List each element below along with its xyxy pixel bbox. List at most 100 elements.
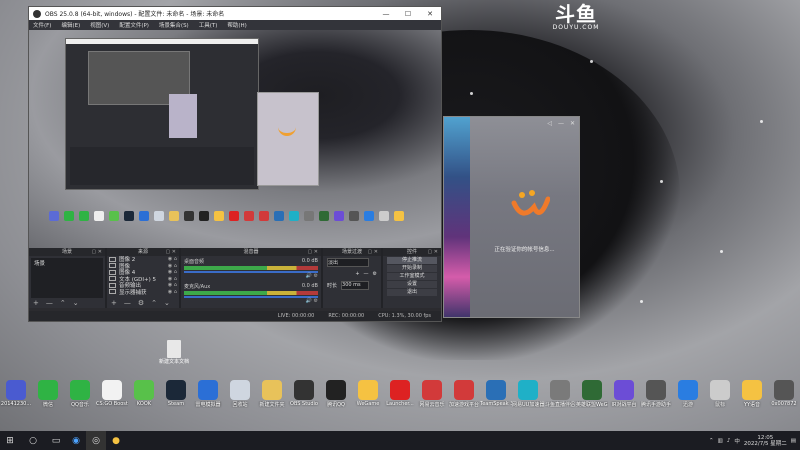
- desktop-icon[interactable]: 0x007872: [768, 380, 800, 414]
- desktop-icon-label: WeGame: [356, 401, 380, 407]
- task-view-icon[interactable]: ▭: [46, 431, 66, 450]
- desktop-icon[interactable]: 回收站: [224, 380, 256, 414]
- visibility-lock-icon[interactable]: ◉ ⌂: [157, 289, 177, 295]
- visibility-lock-icon[interactable]: ◉ ⌂: [157, 282, 177, 288]
- start-icon[interactable]: ⊞: [0, 431, 20, 450]
- gear-icon[interactable]: ⚙: [138, 299, 144, 307]
- move-up-icon[interactable]: ⌃: [60, 299, 66, 307]
- visibility-lock-icon[interactable]: ◉ ⌂: [157, 276, 177, 282]
- game-art: [444, 117, 470, 317]
- network-icon[interactable]: ▥: [718, 438, 723, 444]
- add-source-icon[interactable]: +: [111, 299, 117, 307]
- desktop-icon[interactable]: TeamSpeak 3: [480, 380, 512, 414]
- close-icon[interactable]: ✕: [570, 120, 575, 127]
- minimize-icon[interactable]: —: [375, 10, 397, 18]
- notification-icon[interactable]: ▤: [791, 438, 796, 444]
- tray-arrow-icon[interactable]: ⌃: [709, 438, 714, 444]
- desktop-icon[interactable]: 网易云音乐: [416, 380, 448, 414]
- obs-titlebar[interactable]: OBS 25.0.8 (64-bit, windows) - 配置文件: 未命名…: [29, 7, 441, 20]
- add-scene-icon[interactable]: +: [33, 299, 39, 307]
- dock-float-icon[interactable]: ▢ ✕: [91, 248, 102, 256]
- ime-indicator[interactable]: 中: [734, 437, 740, 445]
- minimize-icon[interactable]: —: [558, 120, 564, 127]
- gear-icon[interactable]: ⚙: [373, 271, 377, 277]
- dock-float-icon[interactable]: ▢ ✕: [427, 248, 438, 256]
- duration-field[interactable]: 300 ms: [341, 281, 370, 290]
- browser-icon[interactable]: ◉: [66, 431, 86, 450]
- add-transition-icon[interactable]: +: [355, 271, 359, 277]
- desktop-icon[interactable]: 加速游戏平台: [448, 380, 480, 414]
- app-icon: [678, 380, 698, 400]
- desktop-icon[interactable]: 斗鱼直播伴侣: [544, 380, 576, 414]
- remove-scene-icon[interactable]: —: [46, 299, 53, 307]
- dock-float-icon[interactable]: ▢ ✕: [367, 248, 378, 256]
- desktop-icons: 20141230... 微信 QQ音乐 CS:GO Booster KOOK Steam 雷…: [0, 380, 800, 414]
- desktop-icon[interactable]: OBS Studio: [288, 380, 320, 414]
- app-icon: [550, 380, 570, 400]
- menu-file[interactable]: 文件(F): [33, 21, 51, 29]
- obs-preview-canvas[interactable]: [29, 30, 441, 248]
- speaker-gear-icon[interactable]: 🔊 ⚙: [184, 273, 318, 279]
- dock-float-icon[interactable]: ▢ ✕: [307, 248, 318, 256]
- desktop-icon[interactable]: 英雄联盟WeGame版: [576, 380, 608, 414]
- volume-icon[interactable]: ◁: [547, 120, 552, 127]
- maximize-icon[interactable]: ☐: [397, 10, 419, 18]
- menu-profile[interactable]: 配置文件(P): [119, 21, 149, 29]
- app-icon: [70, 380, 90, 400]
- stop-streaming-button[interactable]: 停止推流: [387, 257, 437, 264]
- app-icon: [38, 380, 58, 400]
- volume-icon[interactable]: ♪: [727, 438, 731, 444]
- visibility-lock-icon[interactable]: ◉ ⌂: [157, 269, 177, 275]
- desktop-icon[interactable]: 腾讯QQ: [320, 380, 352, 414]
- desktop-icon[interactable]: IR对战平台: [608, 380, 640, 414]
- speaker-gear-icon[interactable]: 🔊 ⚙: [184, 298, 318, 304]
- desktop-icon[interactable]: QQ音乐: [64, 380, 96, 414]
- desktop-icon[interactable]: Steam: [160, 380, 192, 414]
- desktop-icon[interactable]: 迅游: [672, 380, 704, 414]
- visibility-lock-icon[interactable]: ◉ ⌂: [157, 263, 177, 269]
- obs-icon[interactable]: ◎: [86, 431, 106, 450]
- desktop-icon[interactable]: WeGame: [352, 380, 384, 414]
- source-item[interactable]: 显示器捕获 ◉ ⌂: [107, 289, 179, 296]
- move-down-icon[interactable]: ⌄: [73, 299, 79, 307]
- desktop-icon[interactable]: 20141230...: [0, 380, 32, 414]
- desktop-icon[interactable]: 新建文件夹: [256, 380, 288, 414]
- start-recording-button[interactable]: 开始录制: [387, 265, 437, 272]
- desktop-icon[interactable]: 网易UU加速器: [512, 380, 544, 414]
- remove-transition-icon[interactable]: —: [364, 271, 369, 277]
- image-icon: [109, 269, 116, 275]
- close-icon[interactable]: ✕: [419, 10, 441, 18]
- menu-tools[interactable]: 工具(T): [199, 21, 218, 29]
- desktop-icon[interactable]: 鼠标: [704, 380, 736, 414]
- obs-window[interactable]: OBS 25.0.8 (64-bit, windows) - 配置文件: 未命名…: [28, 6, 442, 322]
- system-tray: ⌃ ▥ ♪ 中 12:05 2022/7/5 星期二 ▤: [709, 435, 800, 447]
- menu-scene-collection[interactable]: 场景集合(S): [159, 21, 189, 29]
- scene-item[interactable]: 场景: [31, 258, 103, 268]
- desktop-file[interactable]: 新建文本文档: [158, 340, 190, 365]
- scene-list[interactable]: 场景: [31, 258, 103, 298]
- menu-help[interactable]: 帮助(H): [227, 21, 246, 29]
- desktop-icon[interactable]: KOOK: [128, 380, 160, 414]
- remove-source-icon[interactable]: —: [124, 299, 131, 307]
- desktop-icon[interactable]: 雷电模拟器: [192, 380, 224, 414]
- desktop-icon[interactable]: 腾讯手游助手: [640, 380, 672, 414]
- wegame-icon[interactable]: ●: [106, 431, 126, 450]
- desktop-icon[interactable]: 微信: [32, 380, 64, 414]
- move-up-icon[interactable]: ⌃: [151, 299, 157, 307]
- transition-select[interactable]: 淡出: [327, 258, 369, 267]
- desktop-icon[interactable]: Launcher...: [384, 380, 416, 414]
- visibility-lock-icon[interactable]: ◉ ⌂: [157, 256, 177, 262]
- clock[interactable]: 12:05 2022/7/5 星期二: [744, 435, 787, 447]
- move-down-icon[interactable]: ⌄: [164, 299, 170, 307]
- dock-float-icon[interactable]: ▢ ✕: [165, 248, 176, 256]
- exit-button[interactable]: 退出: [387, 289, 437, 296]
- desktop-icon[interactable]: YY语音: [736, 380, 768, 414]
- search-icon[interactable]: ○: [20, 431, 46, 450]
- menu-view[interactable]: 视图(V): [90, 21, 109, 29]
- studio-mode-button[interactable]: 工作室模式: [387, 273, 437, 280]
- menu-edit[interactable]: 编辑(E): [61, 21, 80, 29]
- desktop-icon[interactable]: CS:GO Booster: [96, 380, 128, 414]
- douyu-login-window[interactable]: ◁ — ✕ 正在验证你的帐号信息...: [443, 116, 580, 318]
- nested-popup: [169, 94, 197, 138]
- settings-button[interactable]: 设置: [387, 281, 437, 288]
